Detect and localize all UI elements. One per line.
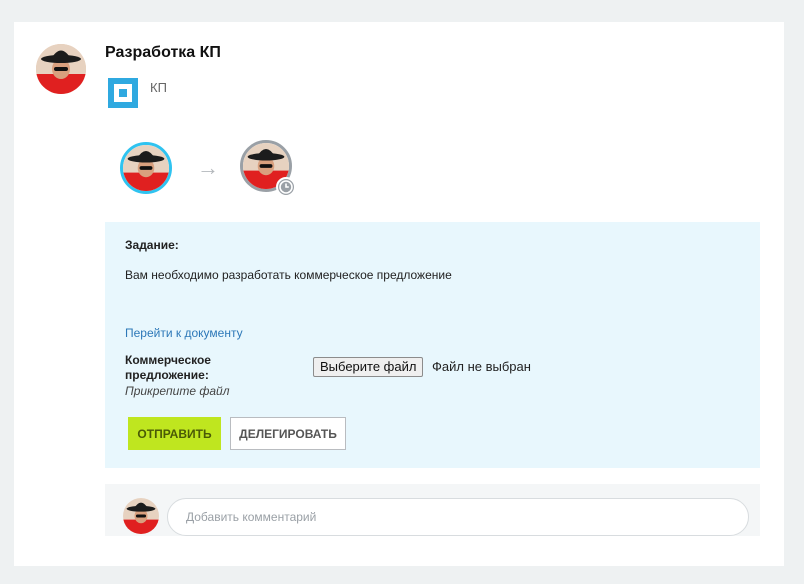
choose-file-button[interactable]: Выберите файл (313, 357, 424, 377)
clock-icon (276, 177, 296, 197)
task-panel: Задание: Вам необходимо разработать комм… (105, 222, 760, 468)
app-square-icon (108, 78, 138, 108)
comment-input[interactable] (167, 498, 749, 536)
task-card: Разработка КП КП → Задание: Вам необходи… (14, 22, 784, 566)
app-label: КП (150, 80, 167, 95)
user-photo-icon (123, 498, 159, 534)
go-to-document-link[interactable]: Перейти к документу (125, 326, 243, 340)
comment-bar (105, 484, 760, 536)
author-avatar[interactable] (36, 44, 86, 94)
send-button[interactable]: ОТПРАВИТЬ (128, 417, 221, 450)
task-description: Вам необходимо разработать коммерческое … (125, 268, 452, 282)
file-status: Файл не выбран (432, 359, 531, 374)
task-section-label: Задание: (125, 238, 179, 252)
commenter-avatar (123, 498, 159, 534)
task-title: Разработка КП (105, 44, 221, 61)
user-photo-icon (123, 145, 169, 191)
attachment-hint: Прикрепите файл (125, 384, 230, 398)
user-photo-icon (36, 44, 86, 94)
delegate-button[interactable]: ДЕЛЕГИРОВАТЬ (230, 417, 346, 450)
attachment-field-label: Коммерческое предложение: (125, 353, 211, 382)
flow-sender-avatar[interactable] (120, 142, 172, 194)
arrow-right-icon: → (197, 155, 219, 180)
